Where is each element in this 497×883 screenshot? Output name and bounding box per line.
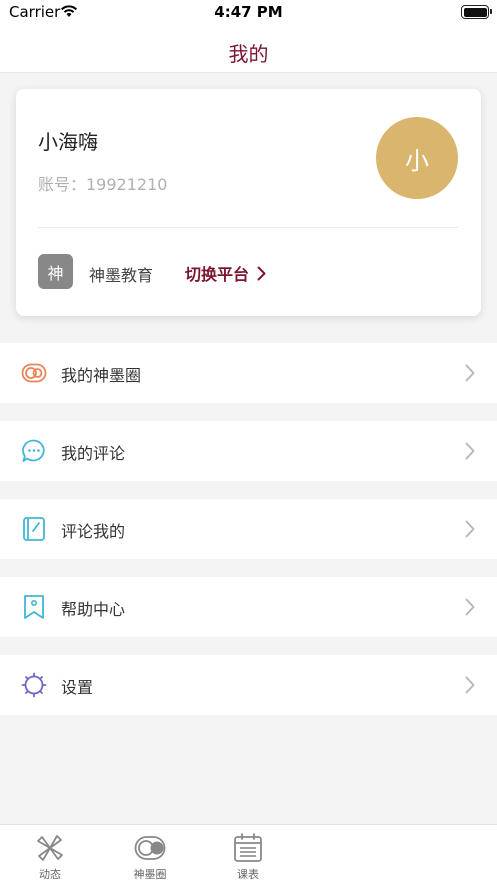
chevron-right-icon — [465, 598, 475, 616]
chevron-right-icon — [465, 520, 475, 538]
user-name: 小海嗨 — [38, 130, 98, 154]
menu-item-my-comments[interactable]: 我的评论 — [0, 421, 497, 481]
gear-icon — [21, 672, 47, 698]
menu-label: 我的评论 — [61, 444, 126, 463]
clock: 4:47 PM — [214, 3, 283, 21]
org-badge: 神 — [38, 254, 73, 289]
tab-label: 课表 — [237, 868, 259, 881]
nav-bar: 我的 — [0, 28, 497, 73]
account-number: 账号：19921210 — [38, 175, 168, 194]
org-name: 神墨教育 — [89, 266, 154, 285]
note-pen-icon — [23, 517, 45, 541]
battery-icon — [461, 5, 492, 19]
chevron-right-icon — [257, 266, 266, 280]
toggle-circle-icon — [134, 836, 166, 860]
tab-feed[interactable]: 动态 — [0, 825, 100, 883]
tab-schedule[interactable]: 课表 — [198, 825, 298, 883]
windmill-icon — [37, 835, 63, 861]
tab-label: 动态 — [39, 868, 61, 881]
menu-item-help-center[interactable]: 帮助中心 — [0, 577, 497, 637]
switch-platform-button[interactable]: 切换平台 — [185, 261, 266, 285]
chevron-right-icon — [465, 676, 475, 694]
avatar[interactable]: 小 — [376, 117, 458, 199]
bookmark-help-icon — [24, 595, 44, 619]
status-bar: Carrier 4:47 PM — [0, 0, 497, 28]
chevron-right-icon — [465, 364, 475, 382]
menu-item-my-circle[interactable]: 我的神墨圈 — [0, 343, 497, 403]
menu-label: 我的神墨圈 — [61, 366, 142, 385]
chat-bubble-icon — [22, 439, 45, 462]
tab-label: 神墨圈 — [133, 868, 167, 881]
menu-item-settings[interactable]: 设置 — [0, 655, 497, 715]
chevron-right-icon — [465, 442, 475, 460]
calendar-icon — [234, 833, 262, 862]
menu-label: 帮助中心 — [61, 600, 126, 619]
tab-circle[interactable]: 神墨圈 — [100, 825, 200, 883]
switch-platform-label: 切换平台 — [185, 265, 250, 284]
tab-bar: 动态 神墨圈 课表 — [0, 824, 497, 883]
profile-card[interactable]: 小海嗨 账号：19921210 小 神 神墨教育 切换平台 — [16, 89, 481, 316]
menu-label: 设置 — [61, 678, 94, 697]
card-divider — [38, 227, 459, 228]
menu-item-comments-on-me[interactable]: 评论我的 — [0, 499, 497, 559]
menu-label: 评论我的 — [61, 522, 126, 541]
circle-logo-icon — [21, 363, 47, 383]
page-title: 我的 — [228, 42, 269, 66]
